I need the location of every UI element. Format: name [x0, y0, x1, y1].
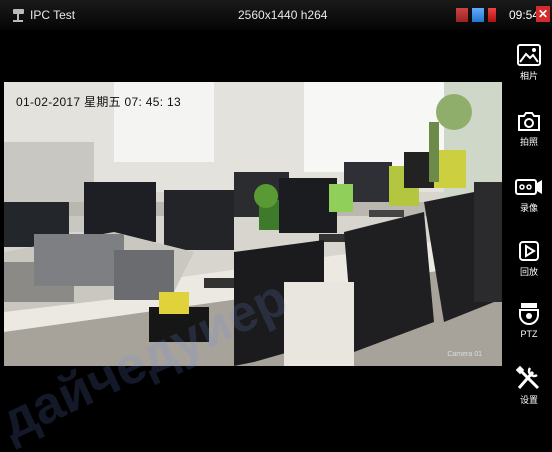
snapshot-label: 拍照	[519, 137, 538, 147]
ptz-label: PTZ	[520, 329, 538, 339]
network-icon	[456, 8, 468, 22]
playback-icon	[519, 241, 539, 261]
photo-album-icon	[517, 44, 541, 66]
app-title: IPC Test	[30, 8, 76, 22]
stream-resolution: 2560x1440 h264	[238, 8, 328, 22]
camera-live-view[interactable]: 01-02-2017 星期五 07: 45: 13 Camera 01	[4, 82, 502, 366]
clock: 09:54	[509, 8, 540, 22]
title-bar: IPC Test 2560x1440 h264 09:54 ✕	[0, 0, 552, 30]
ptz-dome-icon	[519, 303, 539, 325]
osd-timestamp: 01-02-2017 星期五 07: 45: 13	[16, 95, 181, 109]
ptz-button[interactable]: PTZ	[506, 294, 552, 354]
snapshot-button[interactable]: 拍照	[506, 102, 552, 162]
office-scene-image	[4, 82, 502, 366]
settings-button[interactable]: 设置	[506, 358, 552, 418]
osd-camera-label: Camera 01	[447, 351, 482, 358]
photos-label: 相片	[519, 71, 538, 81]
record-button[interactable]: 录像	[506, 168, 552, 228]
video-record-icon	[515, 179, 542, 195]
ipc-camera-app-icon	[13, 9, 24, 22]
camera-icon	[518, 112, 540, 131]
settings-label: 设置	[519, 395, 538, 405]
playback-button[interactable]: 回放	[506, 232, 552, 292]
playback-label: 回放	[519, 267, 538, 277]
settings-tools-icon	[515, 365, 540, 390]
status-icons	[456, 7, 496, 23]
battery-icon	[488, 8, 496, 22]
monitor-icon	[472, 8, 484, 22]
close-button[interactable]: ✕	[536, 6, 550, 22]
photos-button[interactable]: 相片	[506, 36, 552, 96]
right-toolbar: 相片 拍照 录像 回放 PTZ 设置	[506, 30, 552, 418]
record-label: 录像	[519, 203, 538, 213]
